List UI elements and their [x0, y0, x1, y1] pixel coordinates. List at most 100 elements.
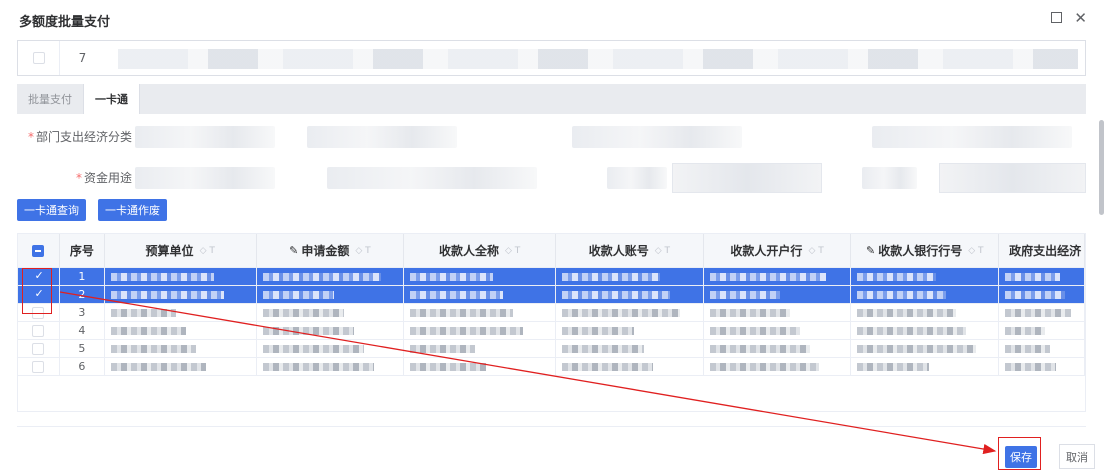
row-index: 5: [60, 340, 105, 357]
annotation-box-save: [998, 437, 1041, 470]
blurred-value: [1005, 290, 1066, 299]
col-payee-account[interactable]: 收款人账号 ◇ T: [556, 234, 704, 267]
blurred-cell: [851, 268, 1000, 285]
blurred-cell: [257, 304, 405, 321]
table-row[interactable]: 6: [18, 358, 1085, 376]
blurred-value: [410, 308, 514, 317]
blurred-value: [262, 272, 381, 281]
blurred-value: [410, 326, 524, 335]
sort-icon[interactable]: ◇ T: [968, 246, 983, 256]
select-all-cell[interactable]: [18, 234, 60, 267]
blurred-cell: [851, 358, 1000, 375]
blurred-value: [857, 272, 937, 281]
blurred-value: [262, 362, 374, 371]
blurred-cell: [556, 358, 704, 375]
table-row[interactable]: 4: [18, 322, 1085, 340]
fund-use-field[interactable]: [135, 167, 275, 189]
window-controls: ✕: [1051, 8, 1087, 28]
blurred-cell: [105, 322, 257, 339]
blurred-value: [110, 326, 187, 335]
col-gov-econ[interactable]: 政府支出经济: [999, 234, 1085, 267]
blurred-field: [327, 167, 537, 189]
select-all-checkbox[interactable]: [32, 244, 45, 257]
sort-icon[interactable]: ◇ T: [505, 246, 520, 256]
blurred-label: [862, 167, 917, 189]
blurred-value: [561, 326, 634, 335]
blurred-cell: [999, 358, 1085, 375]
row-checkbox[interactable]: [32, 342, 45, 355]
blurred-cell: [704, 304, 852, 321]
required-mark: *: [75, 171, 82, 185]
blurred-value: [262, 344, 364, 353]
row-checkbox[interactable]: [32, 52, 45, 64]
maximize-icon[interactable]: [1051, 12, 1063, 23]
card-void-button[interactable]: 一卡通作废: [98, 199, 167, 221]
table-row[interactable]: 5: [18, 340, 1085, 358]
form-row-2: * 资金用途: [17, 163, 1086, 193]
blurred-cell: [556, 304, 704, 321]
blurred-value: [1005, 326, 1045, 335]
blurred-cell: [556, 268, 704, 285]
blurred-value: [110, 290, 224, 299]
blurred-value: [561, 272, 661, 281]
table-body: 123456: [18, 268, 1085, 376]
blurred-value: [857, 344, 976, 353]
dept-econ-label: * 部门支出经济分类: [27, 130, 132, 144]
row-index: 6: [60, 358, 105, 375]
card-query-button[interactable]: 一卡通查询: [17, 199, 86, 221]
blurred-value: [410, 362, 486, 371]
table-row[interactable]: 2: [18, 286, 1085, 304]
row-checkbox[interactable]: [32, 324, 45, 337]
blurred-value: [709, 326, 800, 335]
sort-icon[interactable]: ◇ T: [200, 246, 215, 256]
blurred-cell: [999, 304, 1085, 321]
row-checkbox[interactable]: [32, 360, 45, 373]
blurred-value: [1005, 344, 1051, 353]
col-bank-code[interactable]: ✎ 收款人银行行号 ◇ T: [851, 234, 1000, 267]
blurred-value: [709, 362, 820, 371]
blurred-input[interactable]: [672, 163, 822, 193]
row-checkbox-cell[interactable]: [18, 358, 60, 375]
blurred-cell: [105, 340, 257, 357]
blurred-value: [410, 344, 476, 353]
sort-icon[interactable]: ◇ T: [355, 246, 370, 256]
blurred-value: [1005, 362, 1056, 371]
blurred-row-content: [118, 49, 1078, 69]
cancel-button[interactable]: 取消: [1059, 444, 1095, 469]
table-row[interactable]: 3: [18, 304, 1085, 322]
blurred-cell: [105, 286, 257, 303]
col-payee-name[interactable]: 收款人全称 ◇ T: [404, 234, 556, 267]
row-checkbox-cell[interactable]: [18, 322, 60, 339]
blurred-value: [410, 272, 493, 281]
edit-icon: ✎: [866, 244, 876, 257]
required-mark: *: [27, 130, 34, 144]
blurred-cell: [556, 322, 704, 339]
col-amount[interactable]: ✎ 申请金额 ◇ T: [257, 234, 405, 267]
col-budget-unit[interactable]: 预算单位 ◇ T: [105, 234, 257, 267]
tab-batch-payment[interactable]: 批量支付: [17, 84, 83, 114]
tab-one-card[interactable]: 一卡通: [83, 84, 140, 114]
blurred-cell: [105, 304, 257, 321]
dialog-scrollbar[interactable]: [1099, 120, 1104, 215]
row-checkbox-cell[interactable]: [18, 340, 60, 357]
blurred-input[interactable]: [939, 163, 1086, 193]
payment-table: 序号 预算单位 ◇ T ✎ 申请金额 ◇ T 收款人全称 ◇ T 收款人账号 ◇ T 收款…: [17, 233, 1086, 412]
card-action-buttons: 一卡通查询 一卡通作废: [17, 199, 167, 221]
blurred-value: [709, 344, 810, 353]
sort-icon[interactable]: ◇ T: [808, 246, 823, 256]
blurred-value: [410, 290, 503, 299]
table-row[interactable]: 1: [18, 268, 1085, 286]
blurred-cell: [105, 358, 257, 375]
sort-icon[interactable]: ◇ T: [655, 246, 670, 256]
blurred-cell: [404, 322, 556, 339]
annotation-box-checkboxes: [22, 268, 52, 314]
blurred-cell: [404, 304, 556, 321]
blurred-cell: [999, 286, 1085, 303]
blurred-cell: [404, 268, 556, 285]
row-checkbox-cell[interactable]: [18, 41, 60, 75]
blurred-cell: [999, 322, 1085, 339]
col-payee-bank[interactable]: 收款人开户行 ◇ T: [704, 234, 852, 267]
dept-econ-field[interactable]: [135, 126, 275, 148]
close-icon[interactable]: ✕: [1074, 8, 1087, 28]
blurred-value: [857, 362, 930, 371]
